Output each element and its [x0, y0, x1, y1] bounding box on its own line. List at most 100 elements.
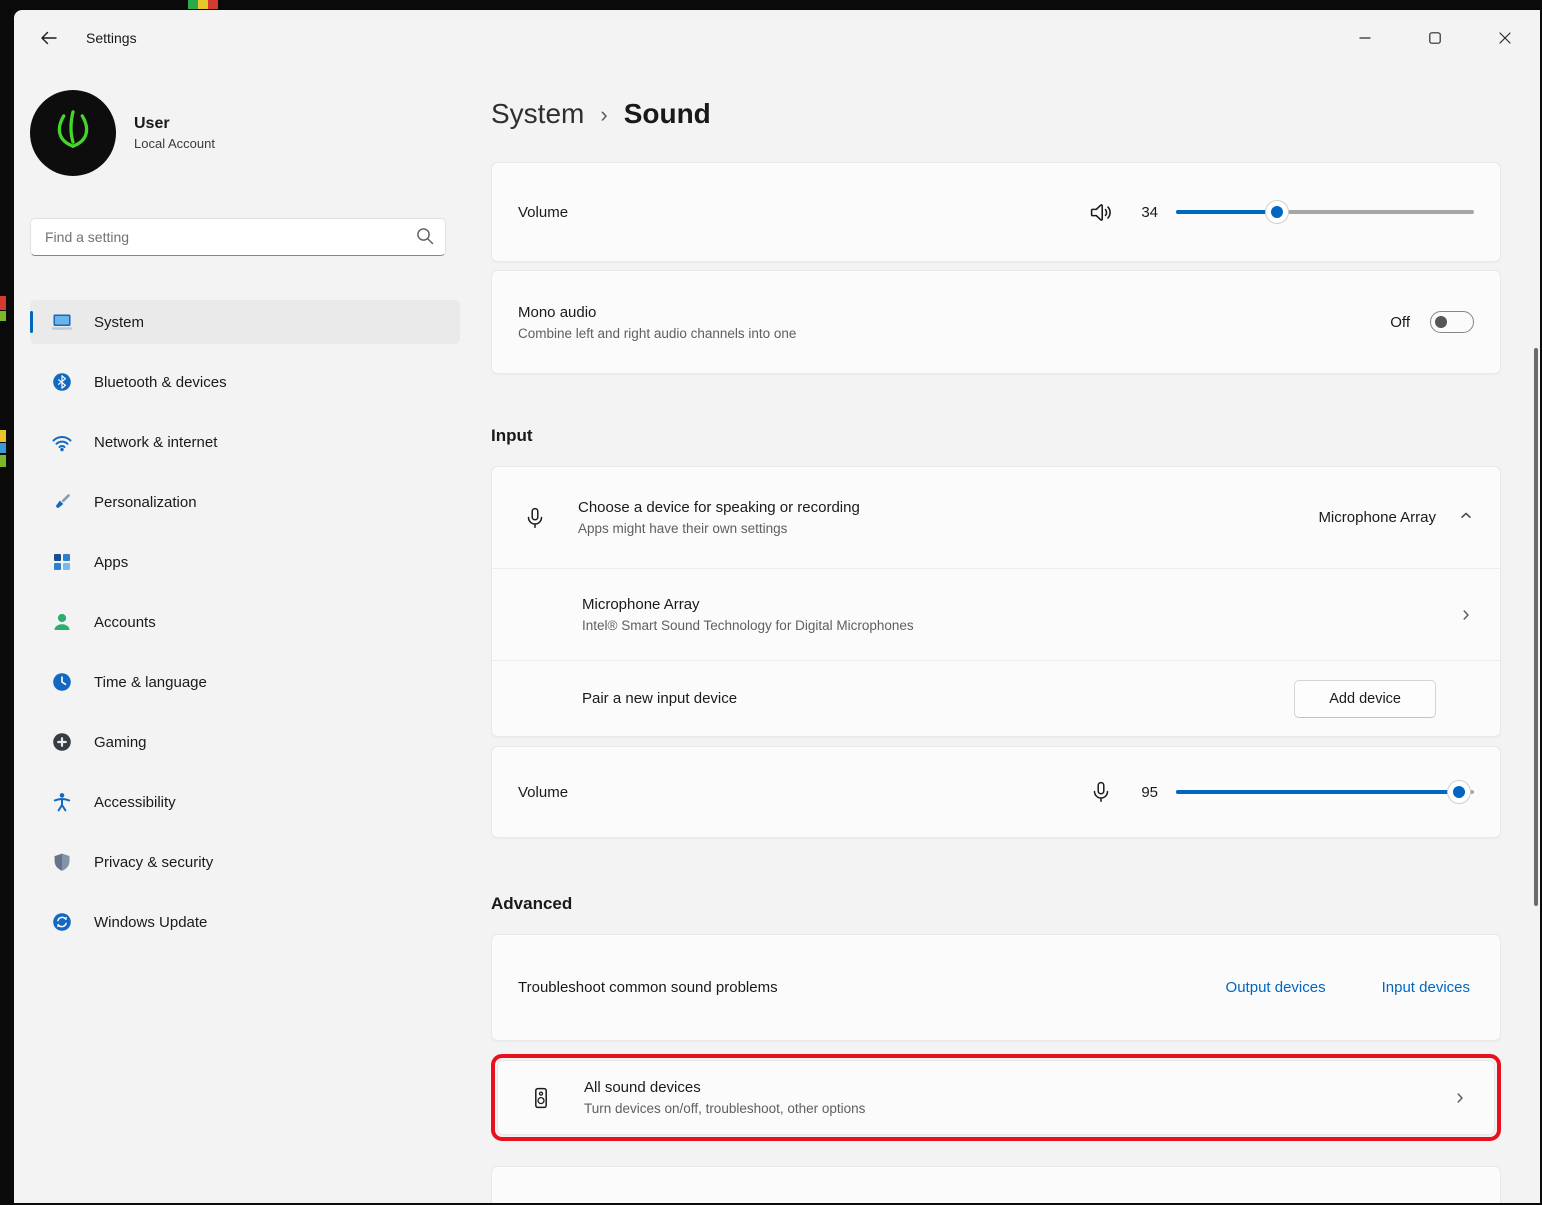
output-volume-label: Volume — [518, 204, 568, 221]
sidebar-item-gaming[interactable]: Gaming — [30, 720, 460, 764]
update-refresh-icon — [50, 911, 74, 933]
sidebar-item-label: Windows Update — [94, 914, 207, 931]
slider-thumb[interactable] — [1448, 781, 1470, 803]
slider-fill — [1176, 210, 1277, 214]
sidebar-nav: System Bluetooth & devices Network & int… — [30, 300, 460, 944]
sidebar-item-time-language[interactable]: Time & language — [30, 660, 460, 704]
sidebar-item-label: Accounts — [94, 614, 156, 631]
input-volume-slider[interactable] — [1176, 781, 1474, 803]
pair-input-device-row: Pair a new input device Add device — [492, 660, 1500, 736]
mono-audio-title: Mono audio — [518, 304, 796, 321]
main-content: System › Sound Volume 34 Mono audio — [491, 66, 1501, 1203]
input-devices-link[interactable]: Input devices — [1382, 979, 1470, 996]
pair-device-label: Pair a new input device — [582, 690, 737, 707]
output-devices-link[interactable]: Output devices — [1226, 979, 1326, 996]
mono-audio-toggle[interactable] — [1430, 311, 1474, 333]
sidebar-item-privacy-security[interactable]: Privacy & security — [30, 840, 460, 884]
all-sound-devices-description: Turn devices on/off, troubleshoot, other… — [584, 1101, 865, 1116]
sidebar-item-label: Network & internet — [94, 434, 217, 451]
output-volume-row: Volume 34 — [491, 162, 1501, 262]
bluetooth-icon — [50, 371, 74, 393]
picker-title: Choose a device for speaking or recordin… — [578, 499, 860, 516]
desktop-artifact — [0, 455, 6, 467]
input-device-group: Choose a device for speaking or recordin… — [491, 466, 1501, 737]
picker-description: Apps might have their own settings — [578, 521, 860, 536]
mono-audio-state: Off — [1390, 314, 1410, 331]
page-title: Sound — [624, 98, 711, 130]
person-icon — [50, 611, 74, 633]
avatar — [30, 90, 116, 176]
speaker-device-icon — [528, 1085, 554, 1111]
minimize-button[interactable] — [1330, 10, 1400, 66]
settings-window: Settings — [14, 10, 1540, 1203]
troubleshoot-links: Output devices Input devices — [1226, 979, 1470, 996]
user-account[interactable]: User Local Account — [30, 90, 460, 176]
sidebar-item-bluetooth-devices[interactable]: Bluetooth & devices — [30, 360, 460, 404]
maximize-icon — [1429, 32, 1441, 44]
search-icon[interactable] — [416, 227, 434, 250]
add-device-button[interactable]: Add device — [1294, 680, 1436, 718]
troubleshoot-row: Troubleshoot common sound problems Outpu… — [491, 934, 1501, 1041]
all-sound-devices-row[interactable]: All sound devices Turn devices on/off, t… — [497, 1060, 1495, 1135]
paintbrush-icon — [50, 491, 74, 513]
volume-mixer-row[interactable]: Volume mixer — [491, 1166, 1501, 1203]
chevron-right-icon — [1452, 1090, 1468, 1106]
output-volume-slider[interactable] — [1176, 201, 1474, 223]
sidebar-item-windows-update[interactable]: Windows Update — [30, 900, 460, 944]
microphone-array-text: Microphone Array Intel® Smart Sound Tech… — [582, 596, 914, 633]
input-volume-row: Volume 95 — [491, 746, 1501, 838]
close-icon — [1499, 32, 1511, 44]
mono-audio-row: Mono audio Combine left and right audio … — [491, 270, 1501, 374]
shield-icon — [50, 851, 74, 873]
annotation-highlight: All sound devices Turn devices on/off, t… — [491, 1054, 1501, 1141]
volume-mixer-title: Volume mixer — [578, 1203, 669, 1204]
all-sound-devices-text: All sound devices Turn devices on/off, t… — [584, 1079, 865, 1116]
razer-logo-icon — [44, 104, 102, 162]
user-account-type: Local Account — [134, 136, 215, 151]
advanced-section-header: Advanced — [491, 894, 1501, 920]
toggle-knob — [1435, 316, 1447, 328]
desktop-artifact — [0, 430, 6, 442]
sidebar-item-label: Gaming — [94, 734, 147, 751]
mono-audio-text: Mono audio Combine left and right audio … — [518, 304, 796, 341]
close-button[interactable] — [1470, 10, 1540, 66]
gamepad-icon — [50, 731, 74, 753]
sidebar-item-label: Personalization — [94, 494, 197, 511]
minimize-icon — [1359, 32, 1371, 44]
sidebar: User Local Account System Bluetooth & — [14, 66, 476, 1203]
sidebar-item-accessibility[interactable]: Accessibility — [30, 780, 460, 824]
maximize-button[interactable] — [1400, 10, 1470, 66]
system-icon — [50, 311, 74, 333]
picker-text: Choose a device for speaking or recordin… — [578, 499, 860, 536]
search-input[interactable] — [30, 218, 446, 256]
sidebar-item-label: Time & language — [94, 674, 207, 691]
breadcrumb-system[interactable]: System — [491, 98, 584, 130]
sidebar-item-label: Bluetooth & devices — [94, 374, 227, 391]
scrollbar-thumb[interactable] — [1534, 348, 1538, 906]
apps-grid-icon — [50, 551, 74, 573]
desktop-artifact — [188, 0, 218, 9]
input-device-picker-row[interactable]: Choose a device for speaking or recordin… — [492, 467, 1500, 568]
sidebar-item-label: Accessibility — [94, 794, 176, 811]
microphone-array-row[interactable]: Microphone Array Intel® Smart Sound Tech… — [492, 568, 1500, 660]
back-button[interactable] — [28, 20, 68, 56]
volume-mixer-text: Volume mixer — [578, 1203, 669, 1204]
sidebar-item-personalization[interactable]: Personalization — [30, 480, 460, 524]
sidebar-item-system[interactable]: System — [30, 300, 460, 344]
sidebar-item-label: Apps — [94, 554, 128, 571]
slider-thumb[interactable] — [1266, 201, 1288, 223]
sidebar-item-network-internet[interactable]: Network & internet — [30, 420, 460, 464]
back-arrow-icon — [40, 30, 57, 46]
chevron-right-icon — [1458, 607, 1474, 623]
selected-input-device: Microphone Array — [1318, 509, 1436, 526]
window-controls — [1330, 10, 1540, 66]
troubleshoot-label: Troubleshoot common sound problems — [518, 979, 778, 996]
sidebar-item-accounts[interactable]: Accounts — [30, 600, 460, 644]
input-volume-label: Volume — [518, 784, 568, 801]
user-name: User — [134, 115, 215, 133]
accessibility-person-icon — [50, 791, 74, 813]
speaker-icon[interactable] — [1088, 199, 1114, 225]
sidebar-item-apps[interactable]: Apps — [30, 540, 460, 584]
desktop-artifact — [0, 296, 6, 310]
clock-icon — [50, 671, 74, 693]
